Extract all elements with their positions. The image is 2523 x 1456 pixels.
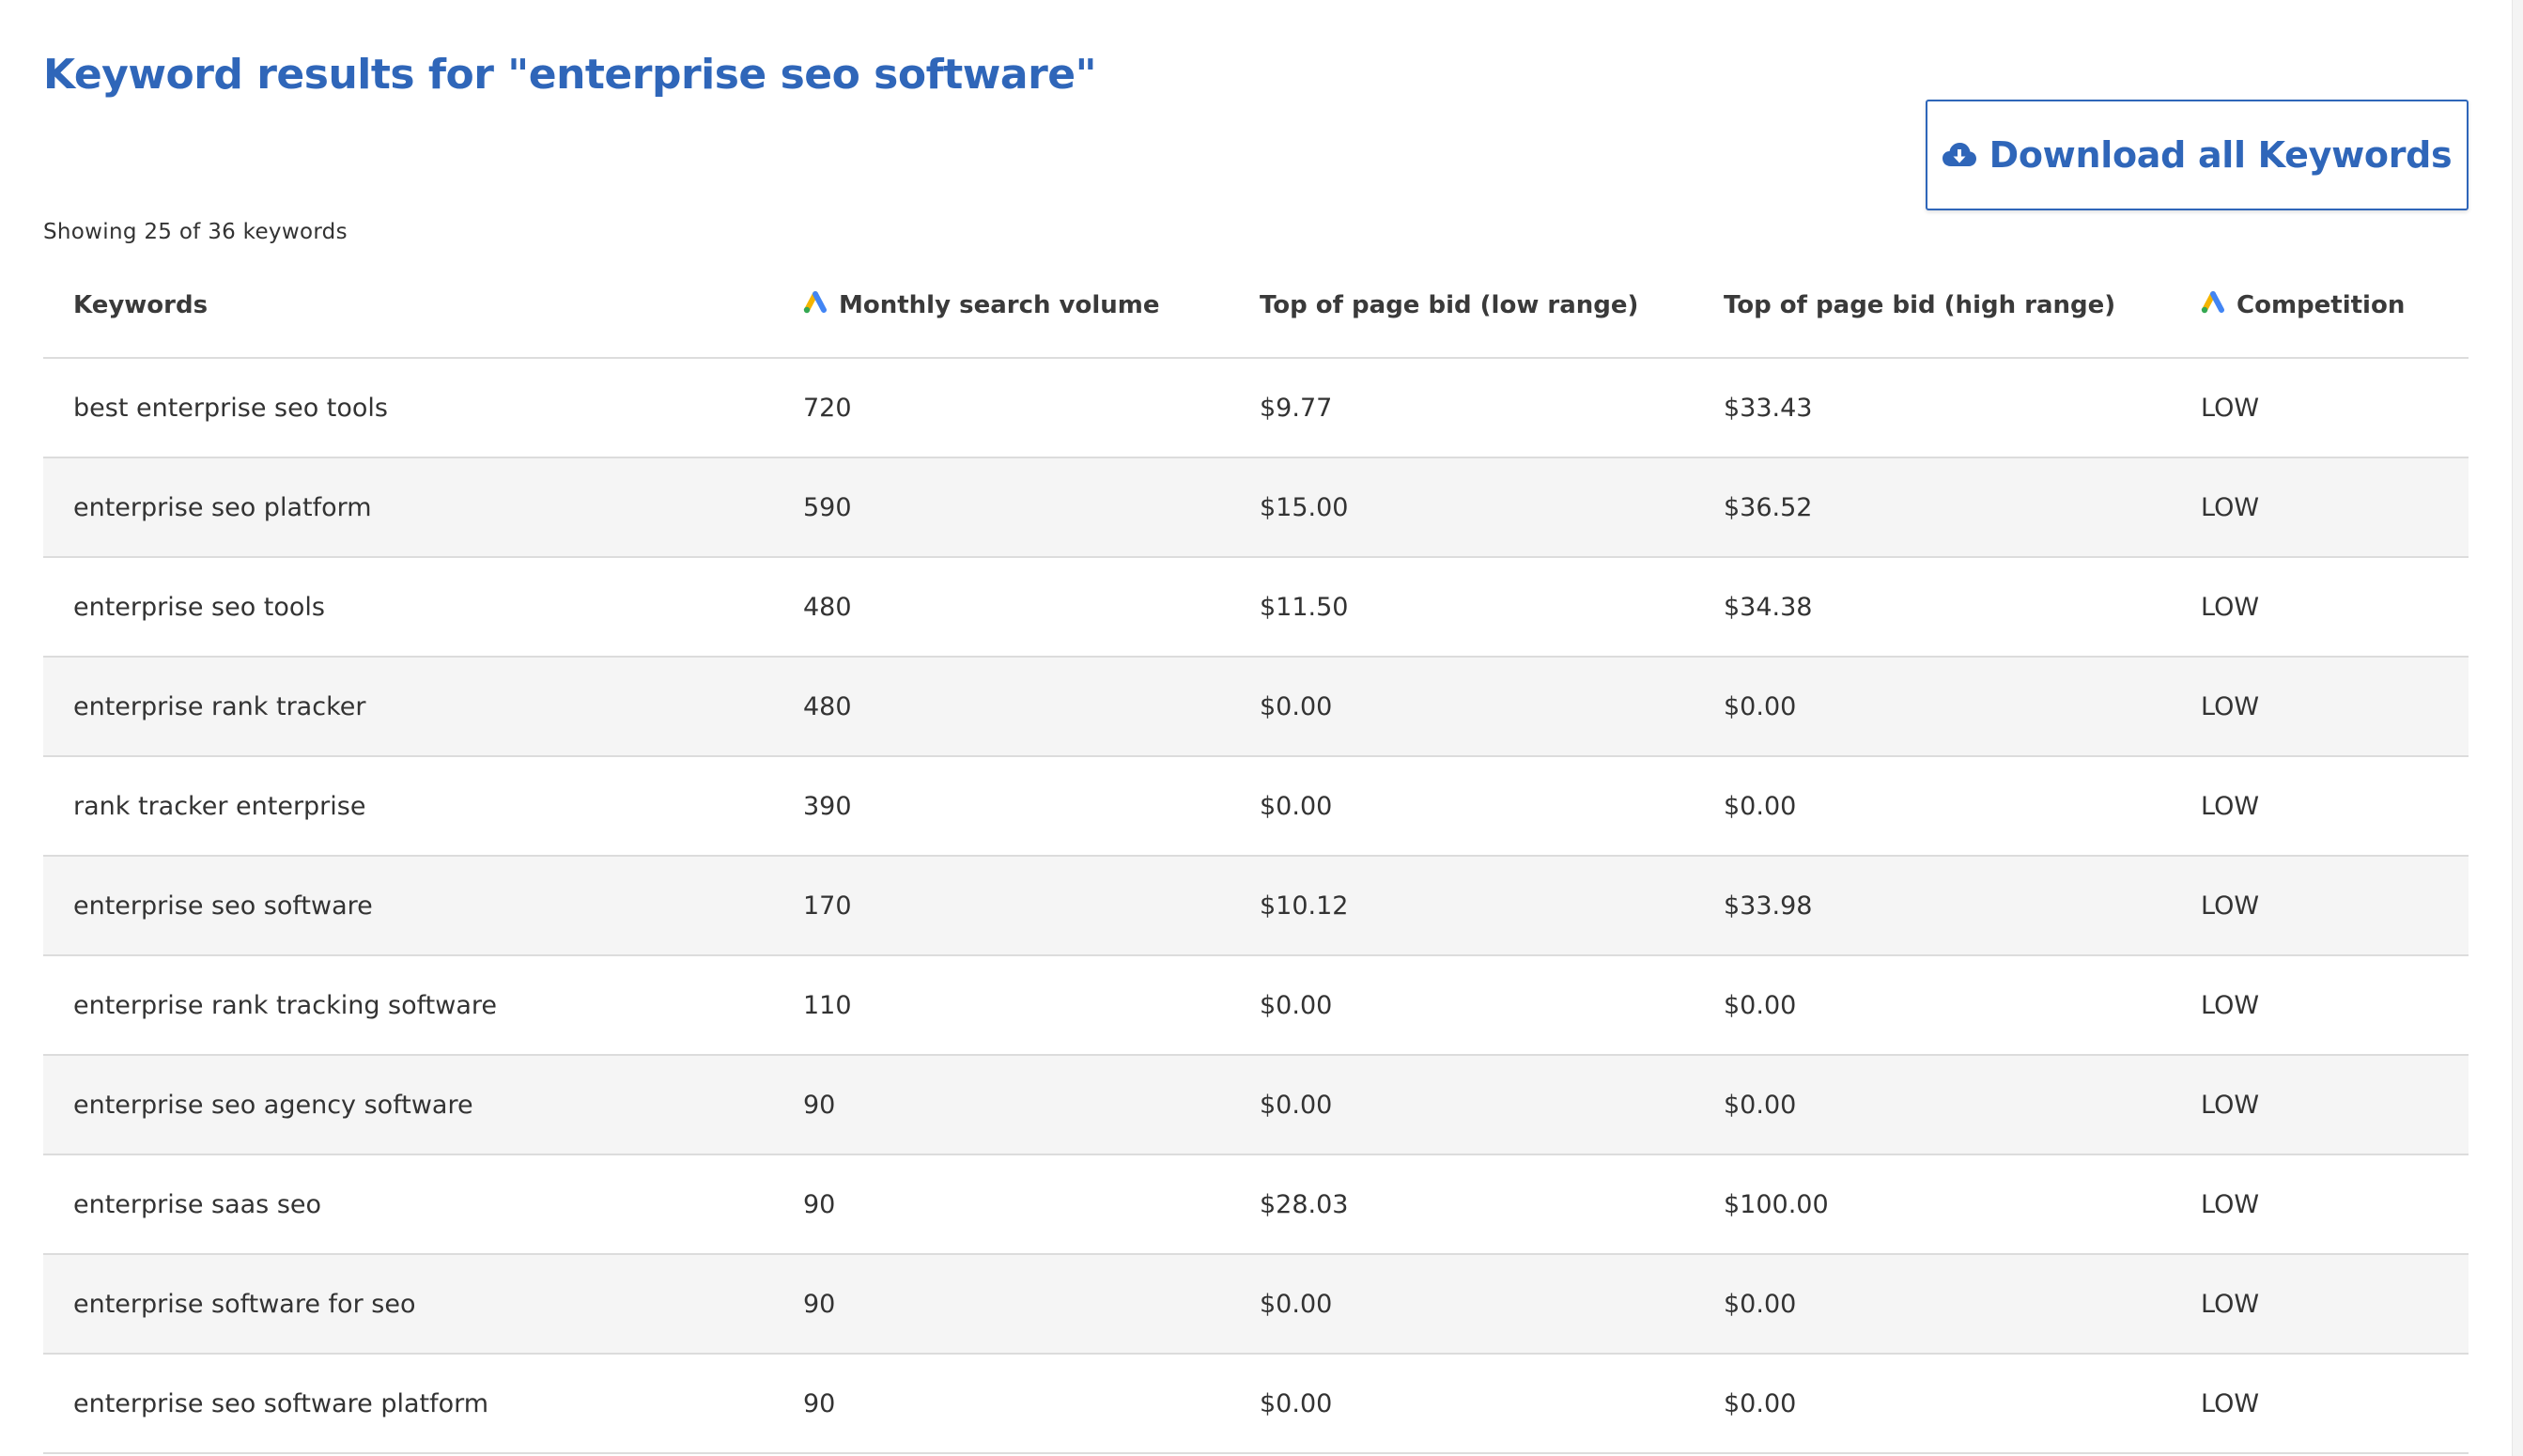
keyword-cell: enterprise software for seo	[43, 1254, 773, 1355]
keyword-cell: enterprise seo tools	[43, 557, 773, 658]
bid-high-cell: $0.00	[1694, 1254, 2171, 1355]
page-title: Keyword results for "enterprise seo soft…	[43, 51, 1097, 99]
bid-high-cell: $0.00	[1694, 1055, 2171, 1155]
search-volume-cell: 480	[773, 557, 1230, 658]
search-volume-cell: 90	[773, 1254, 1230, 1355]
bid-high-cell: $33.98	[1694, 856, 2171, 956]
search-volume-cell: 480	[773, 657, 1230, 757]
competition-cell: LOW	[2171, 358, 2469, 458]
results-count: Showing 25 of 36 keywords	[43, 220, 348, 244]
bid-high-cell: $34.38	[1694, 557, 2171, 658]
search-volume-cell: 90	[773, 1055, 1230, 1155]
keyword-cell: enterprise seo agency software	[43, 1055, 773, 1155]
table-header-row: Keywords Monthly search volume Top of pa…	[43, 254, 2469, 359]
competition-cell: LOW	[2171, 1154, 2469, 1255]
bid-high-cell: $36.52	[1694, 457, 2171, 558]
bid-low-cell: $11.50	[1230, 557, 1694, 658]
bid-high-cell: $0.00	[1694, 756, 2171, 857]
column-header-keywords: Keywords	[43, 254, 773, 359]
table-row: enterprise seo software platform 90 $0.0…	[43, 1354, 2469, 1454]
download-button-label: Download all Keywords	[1989, 134, 2453, 176]
bid-high-cell: $0.00	[1694, 955, 2171, 1056]
table-row: enterprise seo agency software 90 $0.00 …	[43, 1055, 2469, 1155]
competition-cell: LOW	[2171, 1254, 2469, 1355]
competition-cell: LOW	[2171, 756, 2469, 857]
keyword-cell: best enterprise seo tools	[43, 358, 773, 458]
column-header-monthly-search-volume-label: Monthly search volume	[839, 291, 1160, 319]
bid-low-cell: $9.77	[1230, 358, 1694, 458]
keyword-cell: enterprise rank tracking software	[43, 955, 773, 1056]
table-row: enterprise saas seo 90 $28.03 $100.00 LO…	[43, 1154, 2469, 1255]
table-row: enterprise seo platform 590 $15.00 $36.5…	[43, 457, 2469, 558]
cloud-download-icon	[1942, 142, 1976, 168]
column-header-monthly-search-volume: Monthly search volume	[773, 254, 1230, 359]
column-header-bid-high: Top of page bid (high range)	[1694, 254, 2171, 359]
bid-low-cell: $15.00	[1230, 457, 1694, 558]
competition-cell: LOW	[2171, 856, 2469, 956]
keyword-cell: enterprise seo software	[43, 856, 773, 956]
search-volume-cell: 110	[773, 955, 1230, 1056]
table-row: enterprise seo software 170 $10.12 $33.9…	[43, 856, 2469, 956]
column-header-keywords-label: Keywords	[73, 291, 209, 319]
competition-cell: LOW	[2171, 955, 2469, 1056]
bid-low-cell: $0.00	[1230, 1254, 1694, 1355]
competition-cell: LOW	[2171, 557, 2469, 658]
keyword-cell: enterprise seo software platform	[43, 1354, 773, 1454]
keyword-cell: enterprise seo platform	[43, 457, 773, 558]
search-volume-cell: 170	[773, 856, 1230, 956]
bid-low-cell: $0.00	[1230, 756, 1694, 857]
google-ads-icon	[803, 290, 828, 320]
column-header-bid-high-label: Top of page bid (high range)	[1724, 291, 2116, 319]
bid-low-cell: $0.00	[1230, 955, 1694, 1056]
table-row: rank tracker enterprise 390 $0.00 $0.00 …	[43, 756, 2469, 857]
keyword-cell: rank tracker enterprise	[43, 756, 773, 857]
download-all-keywords-button[interactable]: Download all Keywords	[1926, 100, 2469, 210]
search-volume-cell: 90	[773, 1354, 1230, 1454]
page-scrollbar[interactable]	[2512, 0, 2523, 1456]
bid-low-cell: $0.00	[1230, 657, 1694, 757]
column-header-bid-low-label: Top of page bid (low range)	[1260, 291, 1639, 319]
bid-high-cell: $33.43	[1694, 358, 2171, 458]
competition-cell: LOW	[2171, 657, 2469, 757]
competition-cell: LOW	[2171, 1055, 2469, 1155]
bid-high-cell: $0.00	[1694, 1354, 2171, 1454]
search-volume-cell: 90	[773, 1154, 1230, 1255]
search-volume-cell: 720	[773, 358, 1230, 458]
table-row: enterprise rank tracker 480 $0.00 $0.00 …	[43, 657, 2469, 757]
table-row: enterprise rank tracking software 110 $0…	[43, 955, 2469, 1056]
competition-cell: LOW	[2171, 1354, 2469, 1454]
bid-low-cell: $0.00	[1230, 1354, 1694, 1454]
keyword-cell: enterprise rank tracker	[43, 657, 773, 757]
competition-cell: LOW	[2171, 457, 2469, 558]
search-volume-cell: 390	[773, 756, 1230, 857]
table-row: enterprise software for seo 90 $0.00 $0.…	[43, 1254, 2469, 1355]
bid-low-cell: $10.12	[1230, 856, 1694, 956]
bid-high-cell: $0.00	[1694, 657, 2171, 757]
column-header-competition-label: Competition	[2237, 291, 2406, 319]
google-ads-icon	[2201, 290, 2225, 320]
keyword-results-table: Keywords Monthly search volume Top of pa…	[43, 254, 2469, 1454]
bid-low-cell: $28.03	[1230, 1154, 1694, 1255]
column-header-competition: Competition	[2171, 254, 2469, 359]
table-row: best enterprise seo tools 720 $9.77 $33.…	[43, 358, 2469, 458]
keyword-cell: enterprise saas seo	[43, 1154, 773, 1255]
search-volume-cell: 590	[773, 457, 1230, 558]
table-row: enterprise seo tools 480 $11.50 $34.38 L…	[43, 557, 2469, 658]
bid-low-cell: $0.00	[1230, 1055, 1694, 1155]
column-header-bid-low: Top of page bid (low range)	[1230, 254, 1694, 359]
bid-high-cell: $100.00	[1694, 1154, 2171, 1255]
